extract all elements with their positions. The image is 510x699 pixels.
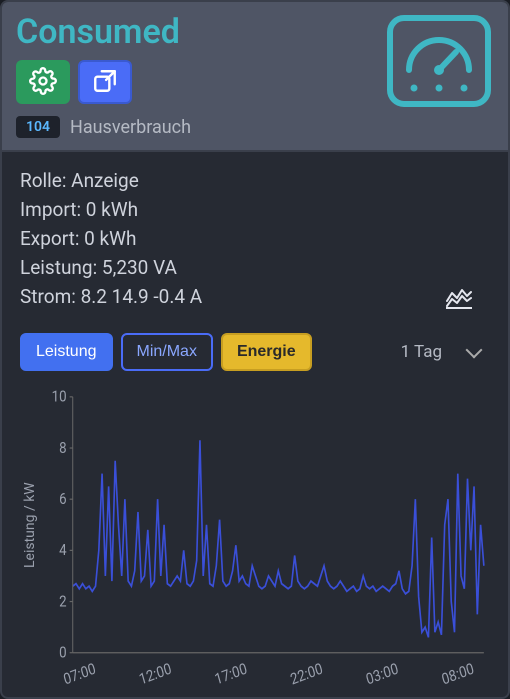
line-chart-icon [446,294,472,313]
range-value: 1 Tag [401,342,442,362]
tab-minmax[interactable]: Min/Max [121,333,213,371]
svg-text:2: 2 [59,592,66,610]
chart-area: Leistung / kW 0 2 4 6 8 10 07:00 12:00 17:00 22:0… [20,385,490,693]
svg-text:4: 4 [59,541,66,559]
popout-icon [92,68,118,97]
svg-text:08:00: 08:00 [440,660,476,689]
svg-text:8: 8 [59,439,66,457]
svg-text:17:00: 17:00 [213,660,249,689]
range-select[interactable]: 1 Tag [391,336,490,368]
card-header: Consumed [2,2,508,152]
chevron-down-icon [466,342,483,359]
card-body: Rolle: Anzeige Import: 0 kWh Export: 0 k… [2,152,508,697]
device-card: Consumed [0,0,510,699]
info-rolle: Rolle: Anzeige [20,169,490,192]
badge-row: 104 Hausverbrauch [16,116,494,138]
gear-icon [29,67,57,98]
svg-text:6: 6 [59,490,66,508]
device-label: Hausverbrauch [70,117,191,138]
expand-button[interactable] [78,60,132,104]
chart-type-button[interactable] [446,287,472,313]
gauge-icon [384,12,494,116]
device-id-badge: 104 [16,116,60,138]
info-export: Export: 0 kWh [20,227,490,250]
svg-text:10: 10 [52,388,67,406]
settings-button[interactable] [16,60,70,104]
svg-text:07:00: 07:00 [61,660,97,689]
svg-text:0: 0 [59,644,66,662]
info-leistung: Leistung: 5,230 VA [20,256,490,279]
info-import: Import: 0 kWh [20,198,490,221]
chart-plot[interactable]: 0 2 4 6 8 10 07:00 12:00 17:00 22:00 03:00 08:00 [40,385,490,693]
svg-text:22:00: 22:00 [288,660,324,689]
svg-text:12:00: 12:00 [137,660,173,689]
tab-leistung[interactable]: Leistung [20,333,113,371]
info-strom: Strom: 8.2 14.9 -0.4 A [20,285,490,308]
y-axis-label: Leistung / kW [20,385,40,665]
svg-text:03:00: 03:00 [364,660,400,689]
chart-controls: Leistung Min/Max Energie 1 Tag [20,333,490,371]
tab-energie[interactable]: Energie [221,333,312,371]
